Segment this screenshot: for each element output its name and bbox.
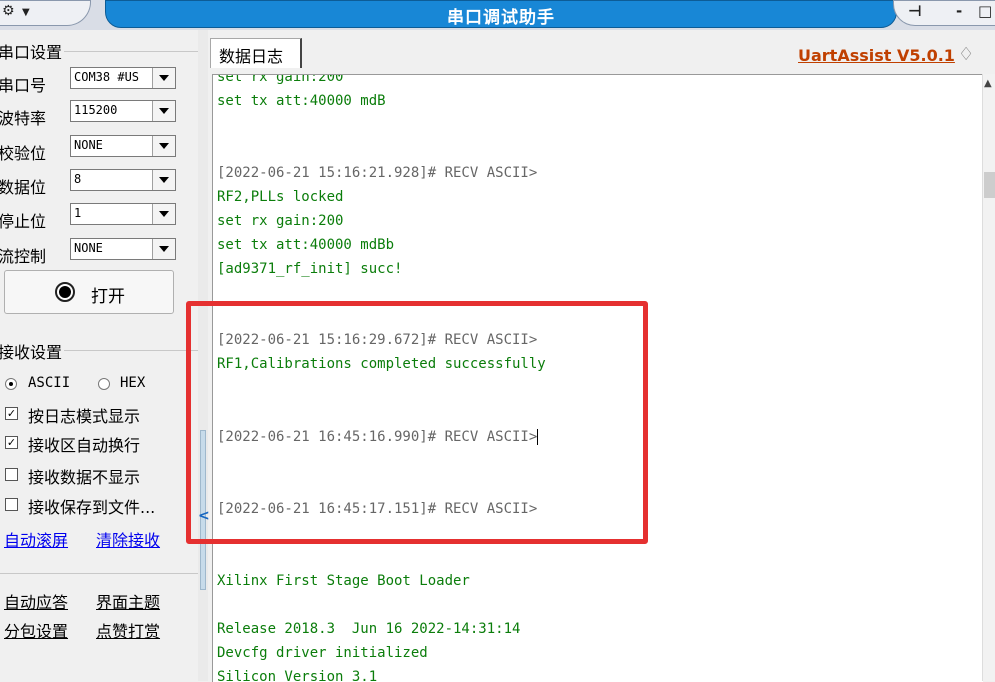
chevron-down-icon (152, 68, 175, 88)
baud-label: 波特率 (0, 109, 47, 128)
group-divider (60, 350, 198, 351)
chevron-down-icon (152, 136, 175, 156)
log-line: set tx att:40000 mdB (217, 93, 386, 109)
pin-icon[interactable]: ⊣ (908, 2, 922, 20)
databits-label: 数据位 (0, 178, 47, 197)
clear-receive-link[interactable]: 清除接收 (96, 527, 160, 551)
hide-data-label: 接收数据不显示 (28, 468, 141, 487)
stopbits-label: 停止位 (0, 212, 47, 231)
flow-label: 流控制 (0, 247, 47, 266)
port-label: 串口号 (0, 76, 47, 95)
log-line: set tx att:40000 mdBb (217, 237, 395, 253)
receive-settings-title: 接收设置 (0, 339, 65, 363)
chevron-down-icon: ▼ (22, 7, 30, 18)
chevron-down-icon (152, 101, 175, 121)
title-bar: ⚙ ▼ 串口调试助手 ⊣ - □ (0, 0, 995, 30)
log-line: Xilinx First Stage Boot Loader (217, 573, 470, 589)
window-title: 串口调试助手 (447, 8, 555, 28)
gear-icon: ⚙ (2, 3, 15, 19)
flow-select[interactable]: NONE (70, 238, 176, 260)
record-icon (55, 282, 75, 302)
theme-link[interactable]: 界面主题 (96, 589, 160, 613)
minimize-button[interactable]: - (956, 2, 962, 20)
tab-data-log[interactable]: 数据日志 (210, 38, 302, 68)
packet-settings-link[interactable]: 分包设置 (4, 618, 68, 642)
log-line: [ad9371_rf_init] succ! (217, 261, 403, 277)
open-port-button[interactable]: 打开 (4, 270, 174, 314)
log-line: [2022-06-21 15:16:21.928]# RECV ASCII> (217, 165, 538, 181)
stopbits-select[interactable]: 1 (70, 203, 176, 225)
window-controls: ⊣ - □ (893, 0, 995, 26)
baud-select[interactable]: 115200 (70, 100, 176, 122)
ascii-label: ASCII (28, 375, 71, 391)
highlight-box (186, 301, 648, 544)
tab-bar: 数据日志 UartAssist V5.0.1 ♢ (208, 30, 995, 74)
scroll-thumb[interactable] (984, 172, 995, 198)
save-to-file-label: 接收保存到文件... (28, 498, 156, 517)
chevron-down-icon (152, 239, 175, 259)
serial-settings-title: 串口设置 (0, 39, 65, 63)
maximize-button[interactable]: □ (978, 2, 992, 20)
auto-reply-link[interactable]: 自动应答 (4, 589, 68, 613)
auto-wrap-label: 接收区自动换行 (28, 436, 141, 455)
log-line: Devcfg driver initialized (217, 645, 428, 661)
parity-label: 校验位 (0, 144, 47, 163)
log-mode-label: 按日志模式显示 (28, 407, 141, 426)
auto-wrap-checkbox[interactable]: ✓ (5, 436, 18, 449)
vertical-scrollbar[interactable]: ▲ (982, 74, 995, 681)
title-banner: 串口调试助手 (105, 0, 897, 28)
log-line: set rx gain:200 (217, 74, 344, 85)
log-line: Silicon Version 3.1 (217, 669, 378, 682)
open-port-label: 打开 (91, 287, 125, 307)
hide-data-checkbox[interactable] (5, 468, 18, 481)
system-menu-button[interactable]: ⚙ ▼ (0, 0, 91, 26)
databits-select[interactable]: 8 (70, 169, 176, 191)
settings-panel: 串口设置 串口号 COM38 #US 波特率 115200 校验位 NONE 数… (0, 30, 198, 681)
brand-link[interactable]: UartAssist V5.0.1 (798, 46, 955, 65)
chevron-down-icon (152, 204, 175, 224)
autoscroll-link[interactable]: 自动滚屏 (4, 527, 68, 551)
reward-link[interactable]: 点赞打赏 (96, 618, 160, 642)
parity-select[interactable]: NONE (70, 135, 176, 157)
group-divider (0, 573, 198, 574)
gem-icon[interactable]: ♢ (958, 44, 974, 65)
log-line: set rx gain:200 (217, 213, 344, 229)
log-line: RF2,PLLs locked (217, 189, 344, 205)
scroll-up-icon[interactable]: ▲ (984, 78, 992, 89)
log-line: Release 2018.3 Jun 16 2022-14:31:14 (217, 621, 521, 637)
chevron-down-icon (152, 170, 175, 190)
group-divider (60, 51, 198, 52)
ascii-radio[interactable] (5, 378, 17, 390)
port-select[interactable]: COM38 #US (70, 67, 176, 89)
hex-radio[interactable] (98, 378, 110, 390)
hex-label: HEX (120, 375, 146, 391)
log-mode-checkbox[interactable]: ✓ (5, 407, 18, 420)
save-to-file-checkbox[interactable] (5, 498, 18, 511)
